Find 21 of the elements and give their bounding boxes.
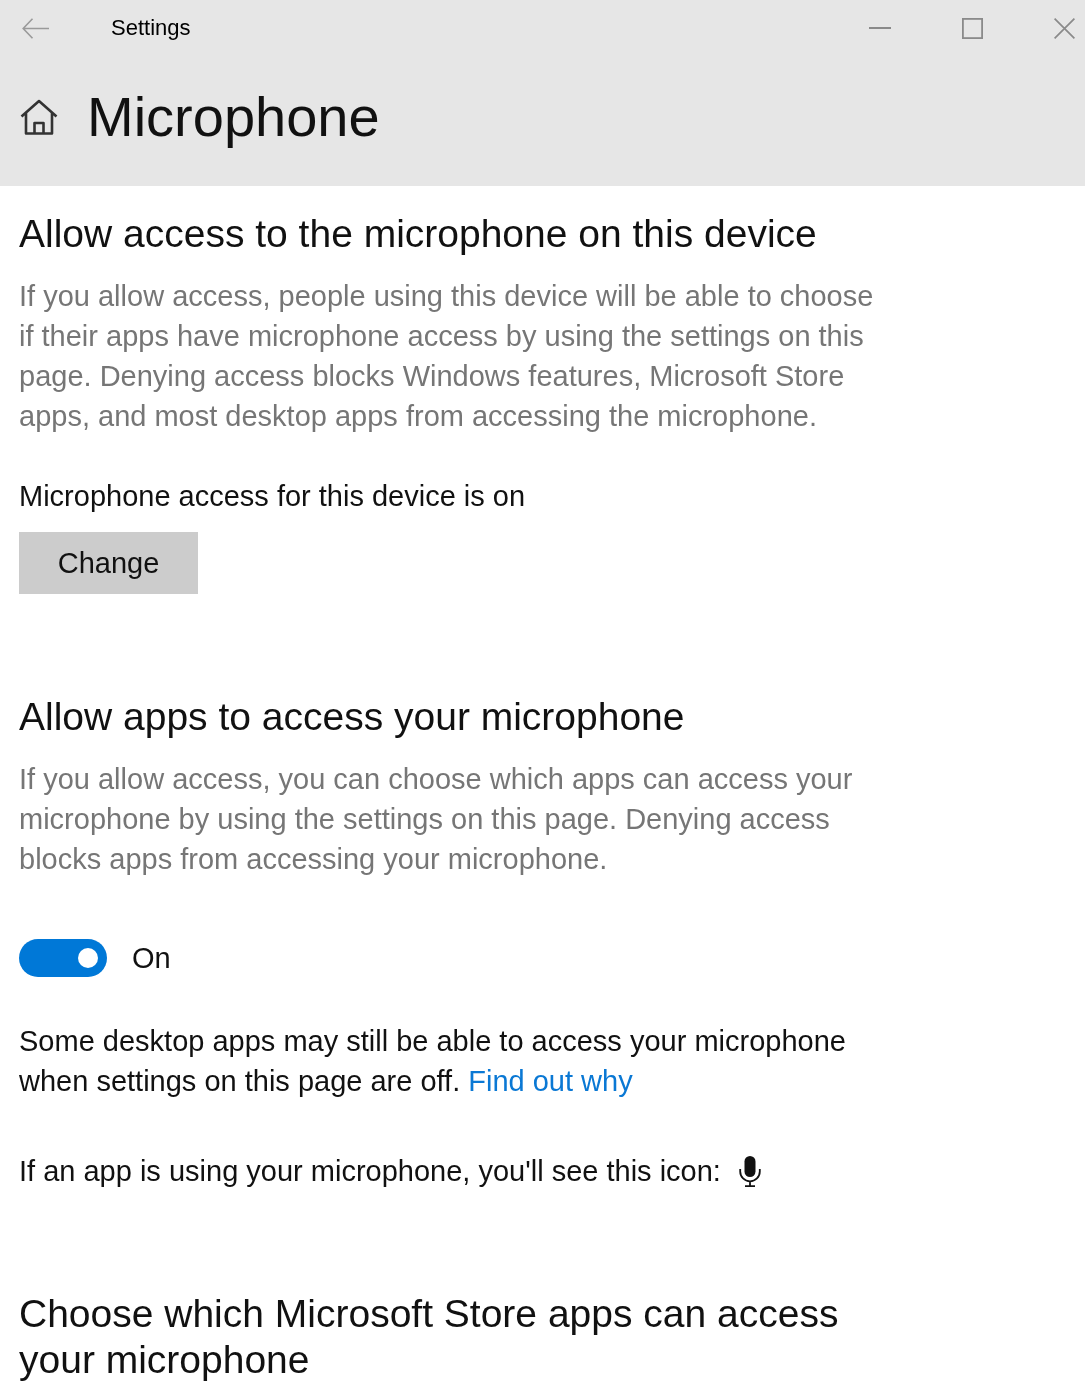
minimize-icon [869, 27, 891, 29]
toggle-label: On [132, 941, 171, 975]
toggle-switch[interactable] [19, 939, 107, 977]
section-heading: Allow apps to access your microphone [19, 694, 686, 740]
page-title: Microphone [87, 85, 380, 149]
icon-hint-text: If an app is using your microphone, you'll see this icon: [19, 1154, 721, 1189]
section-heading: Choose which Microsoft Store apps can access your microphone [19, 1291, 840, 1383]
find-out-why-link[interactable]: Find out why [468, 1065, 633, 1097]
section-description: If you allow access, people using this device will be able to choose if their apps have microphone access by using the settings on this page. Denying access blocks Windows features, Microsoft Store apps, and most desktop apps from accessing the microphone. [19, 279, 875, 434]
section-description: If you allow access, you can choose which apps can access your microphone by using the settings on this page. Denying access blocks apps from accessing your microphone. [19, 762, 854, 877]
home-button[interactable] [20, 99, 58, 135]
microphone-icon [738, 1155, 761, 1187]
arrow-left-icon [21, 17, 49, 39]
maximize-icon [961, 17, 983, 39]
info-text: Some desktop apps may still be able to access your microphone when settings on this page are off. Find out why [19, 1024, 847, 1099]
window-title: Settings [111, 15, 191, 41]
close-icon [1053, 17, 1075, 39]
home-icon [20, 99, 58, 135]
change-button[interactable]: Change [19, 532, 198, 594]
status-text: Microphone access for this device is on [19, 479, 527, 514]
section-heading: Allow access to the microphone on this device [19, 211, 818, 257]
